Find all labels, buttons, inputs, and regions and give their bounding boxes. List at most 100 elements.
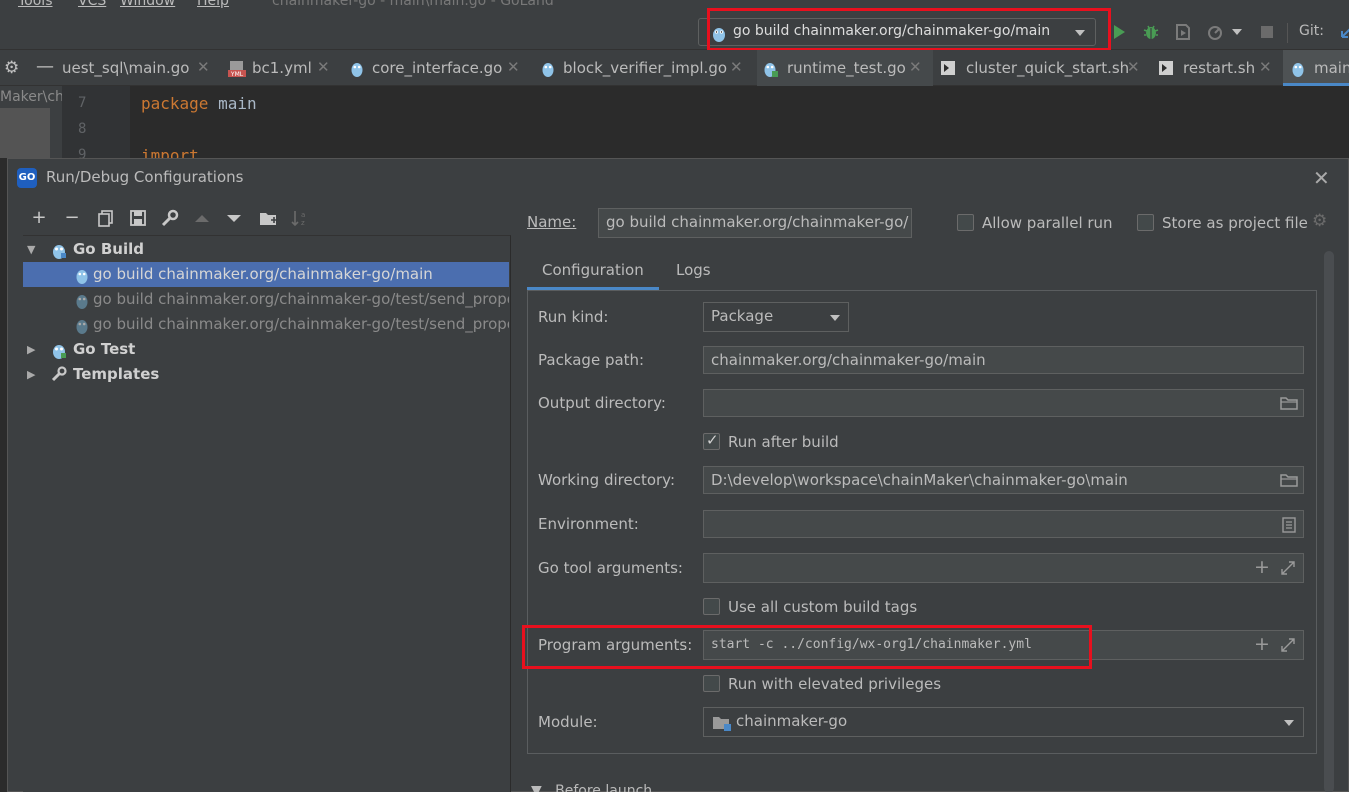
tab-restart-sh[interactable]: restart.sh ✕ bbox=[1152, 50, 1278, 86]
project-path-text: Maker\ch bbox=[0, 89, 64, 105]
config-tree-toolbar: + − az bbox=[25, 207, 515, 231]
scrollbar[interactable] bbox=[1324, 251, 1334, 792]
expand-arrow-icon[interactable]: ▶ bbox=[27, 368, 35, 381]
debug-icon[interactable] bbox=[1142, 23, 1160, 41]
close-icon[interactable]: ✕ bbox=[909, 58, 922, 76]
elevated-privileges-checkbox[interactable] bbox=[703, 675, 720, 692]
svg-text:a: a bbox=[301, 211, 305, 219]
close-icon[interactable]: ✕ bbox=[317, 58, 330, 76]
go-tool-arguments-input[interactable]: + bbox=[703, 553, 1304, 583]
expand-arrow-icon[interactable]: ▼ bbox=[27, 243, 35, 256]
window-title: chainmaker-go - main\main.go - GoLand bbox=[272, 0, 554, 9]
working-directory-input[interactable]: D:\develop\workspace\chainMaker\chainmak… bbox=[703, 466, 1304, 494]
save-icon[interactable] bbox=[127, 207, 149, 229]
run-kind-label: Run kind: bbox=[538, 308, 609, 326]
menu-window[interactable]: Window bbox=[120, 0, 175, 9]
sort-icon: az bbox=[291, 211, 305, 227]
gear-icon[interactable]: ⚙ bbox=[4, 58, 19, 78]
tab-block-verifier-impl-go[interactable]: block_verifier_impl.go ✕ bbox=[537, 50, 751, 86]
tree-node-go-test[interactable]: ▶ Go Test bbox=[23, 337, 509, 362]
before-launch-section[interactable]: ▼ Before launch bbox=[531, 783, 652, 792]
plus-icon[interactable]: + bbox=[1254, 556, 1270, 578]
move-down-icon[interactable] bbox=[223, 207, 245, 229]
elevated-privileges-label: Run with elevated privileges bbox=[728, 675, 942, 693]
name-value: go build chainmaker.org/chainmaker-go/ bbox=[606, 213, 909, 231]
project-panel: Maker\ch bbox=[0, 86, 64, 158]
menu-vcs[interactable]: VCS bbox=[78, 0, 106, 9]
name-input[interactable]: go build chainmaker.org/chainmaker-go/ bbox=[598, 208, 912, 238]
run-kind-value: Package bbox=[711, 307, 774, 325]
folder-icon[interactable] bbox=[1280, 396, 1298, 410]
wrench-icon[interactable] bbox=[159, 207, 181, 229]
plus-icon[interactable]: + bbox=[1254, 633, 1270, 655]
run-kind-select[interactable]: Package bbox=[703, 302, 849, 332]
tab-bc1-yml[interactable]: YML bc1.yml ✕ bbox=[226, 50, 338, 86]
stop-icon[interactable] bbox=[1258, 23, 1276, 41]
run-icon[interactable] bbox=[1110, 23, 1128, 41]
remove-icon[interactable]: − bbox=[61, 207, 83, 229]
store-as-project-checkbox[interactable] bbox=[1137, 214, 1154, 231]
close-icon[interactable]: ✕ bbox=[1259, 58, 1272, 76]
expand-icon[interactable] bbox=[1280, 560, 1296, 576]
package-path-input[interactable]: chainmaker.org/chainmaker-go/main bbox=[703, 346, 1304, 374]
tab-logs[interactable]: Logs bbox=[676, 261, 711, 279]
minimize-icon[interactable]: — bbox=[36, 56, 54, 77]
run-debug-configurations-dialog: GO Run/Debug Configurations ✕ + − az ▼ G… bbox=[7, 158, 1349, 792]
environment-input[interactable] bbox=[703, 510, 1304, 538]
tab-label: main bbox=[1314, 59, 1349, 77]
close-icon[interactable]: ✕ bbox=[1127, 58, 1140, 76]
copy-icon[interactable] bbox=[95, 207, 117, 229]
tree-item-go-build-send-proposal-2[interactable]: go build chainmaker.org/chainmaker-go/te… bbox=[23, 312, 509, 337]
expand-icon[interactable] bbox=[1280, 637, 1296, 653]
chevron-down-icon bbox=[1284, 720, 1294, 726]
tree-item-go-build-main[interactable]: go build chainmaker.org/chainmaker-go/ma… bbox=[23, 262, 509, 287]
tree-label: Go Build bbox=[73, 240, 144, 258]
use-custom-build-tags-checkbox[interactable] bbox=[703, 598, 720, 615]
working-directory-value: D:\develop\workspace\chainMaker\chainmak… bbox=[711, 471, 1128, 489]
tab-main-go[interactable]: main bbox=[1283, 50, 1349, 86]
chevron-down-icon[interactable] bbox=[1232, 29, 1242, 35]
close-icon[interactable]: ✕ bbox=[730, 58, 743, 76]
before-launch-label: Before launch bbox=[555, 783, 653, 792]
allow-parallel-checkbox[interactable] bbox=[957, 214, 974, 231]
close-icon[interactable]: ✕ bbox=[1313, 166, 1330, 190]
tab-configuration[interactable]: Configuration bbox=[527, 252, 659, 290]
profile-icon[interactable] bbox=[1206, 23, 1224, 41]
document-icon[interactable] bbox=[1282, 517, 1296, 533]
expand-arrow-icon[interactable]: ▶ bbox=[27, 343, 35, 356]
tab-runtime-test-go[interactable]: runtime_test.go ✕ bbox=[757, 50, 933, 86]
module-folder-icon bbox=[713, 717, 731, 731]
move-up-icon bbox=[195, 215, 209, 222]
code-editor[interactable] bbox=[130, 86, 1349, 158]
tree-node-templates[interactable]: ▶ Templates bbox=[23, 362, 509, 387]
run-after-build-checkbox[interactable] bbox=[703, 431, 720, 450]
tree-node-go-build[interactable]: ▼ Go Build bbox=[23, 237, 509, 262]
folder-icon[interactable] bbox=[1280, 473, 1298, 487]
tab-cluster-quick-start-sh[interactable]: cluster_quick_start.sh ✕ bbox=[934, 50, 1146, 86]
new-folder-icon[interactable] bbox=[257, 207, 279, 229]
run-config-label: go build chainmaker.org/chainmaker-go/ma… bbox=[733, 23, 1051, 39]
tree-item-go-build-send-proposal-1[interactable]: go build chainmaker.org/chainmaker-go/te… bbox=[23, 287, 509, 312]
run-config-selector[interactable]: go build chainmaker.org/chainmaker-go/ma… bbox=[698, 18, 1096, 46]
gear-icon[interactable]: ⚙ bbox=[1312, 211, 1327, 231]
line-number: 8 bbox=[78, 121, 87, 137]
shell-file-icon bbox=[941, 61, 955, 75]
tab-core-interface-go[interactable]: core_interface.go ✕ bbox=[346, 50, 530, 86]
tab-label: bc1.yml bbox=[252, 59, 312, 77]
output-directory-input[interactable] bbox=[703, 389, 1304, 417]
shell-file-icon bbox=[1159, 61, 1173, 75]
config-tree[interactable]: ▼ Go Build go build chainmaker.org/chain… bbox=[23, 235, 511, 792]
add-icon[interactable]: + bbox=[28, 207, 50, 229]
module-value: chainmaker-go bbox=[736, 712, 848, 730]
close-icon[interactable]: ✕ bbox=[507, 58, 520, 76]
menu-help[interactable]: Help bbox=[197, 0, 229, 9]
program-arguments-input[interactable]: start -c ../config/wx-org1/chainmaker.ym… bbox=[703, 630, 1304, 660]
vcs-update-icon[interactable] bbox=[1338, 23, 1349, 41]
close-icon[interactable]: ✕ bbox=[197, 58, 210, 76]
tab-main-go-request-sql[interactable]: uest_sql\main.go ✕ bbox=[62, 50, 222, 86]
menu-tools[interactable]: Tools bbox=[18, 0, 53, 9]
coverage-icon[interactable] bbox=[1174, 23, 1192, 41]
module-select[interactable]: chainmaker-go bbox=[703, 707, 1304, 737]
gopher-icon bbox=[76, 295, 88, 309]
module-label: Module: bbox=[538, 713, 598, 731]
